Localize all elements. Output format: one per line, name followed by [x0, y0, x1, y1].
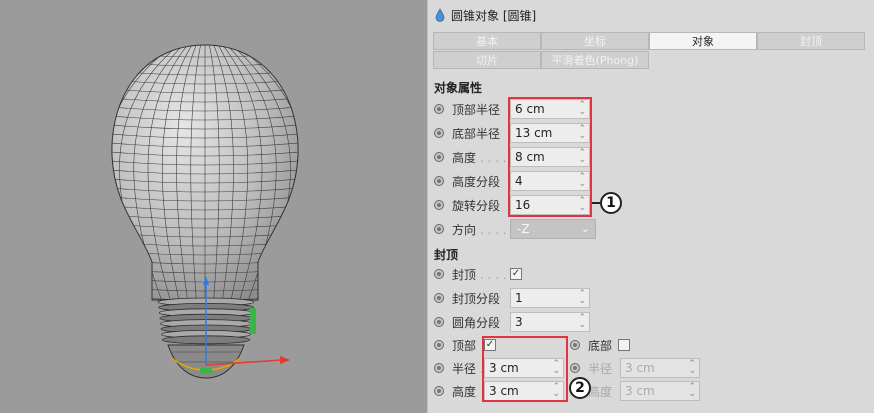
tab-slice[interactable]: 切片	[433, 51, 541, 69]
top-radius-input[interactable]: 6 cm ⌃ ⌄	[510, 99, 590, 119]
tab-basic[interactable]: 基本	[433, 32, 541, 50]
spinner-icon[interactable]: ⌃ ⌄	[578, 149, 586, 165]
animate-radio-icon[interactable]	[434, 386, 444, 396]
cap-checkbox[interactable]: ✓	[510, 268, 522, 280]
panel-title: 圆锥对象 [圆锥]	[434, 6, 536, 24]
cap-segments-input[interactable]: 1 ⌃ ⌄	[510, 288, 590, 308]
callout-1: 1	[600, 192, 622, 214]
animate-radio-icon[interactable]	[434, 293, 444, 303]
panel-title-text: 圆锥对象 [圆锥]	[451, 8, 537, 23]
tab-phong[interactable]: 平滑着色(Phong)	[541, 51, 649, 69]
label-cap-height: 高度	[452, 384, 477, 399]
tab-coordinates[interactable]: 坐标	[541, 32, 649, 50]
label-cap-height-bottom: 高度	[588, 384, 613, 399]
animate-radio-icon[interactable]	[434, 152, 444, 162]
row-bottom: 底部	[570, 335, 612, 355]
label-height-segments: 高度分段	[452, 174, 501, 189]
tab-caps[interactable]: 封顶	[757, 32, 865, 50]
animate-radio-icon[interactable]	[434, 104, 444, 114]
spinner-icon[interactable]: ⌃ ⌄	[578, 290, 586, 306]
direction-select[interactable]: -Z ⌄	[510, 219, 596, 239]
label-direction: 方向 . . . . .	[452, 222, 506, 237]
label-height: 高度 . . . .	[452, 150, 506, 165]
fillet-segments-value: 3	[515, 315, 523, 329]
animate-radio-icon[interactable]	[434, 200, 444, 210]
spinner-icon[interactable]: ⌃ ⌄	[552, 360, 560, 376]
animate-radio-icon[interactable]	[570, 363, 580, 373]
row-rotation-segments: 旋转分段	[434, 195, 506, 215]
row-height-segments: 高度分段	[434, 171, 506, 191]
cap-height-value: 3 cm	[489, 384, 519, 398]
row-radius: 半径 ..	[434, 358, 487, 378]
label-rotation-segments: 旋转分段	[452, 198, 501, 213]
label-radius: 半径 ..	[452, 361, 488, 376]
row-radius-bottom: 半径	[570, 358, 612, 378]
lightbulb-model	[111, 44, 299, 379]
height-value: 8 cm	[515, 150, 545, 164]
label-top-radius: 顶部半径	[452, 102, 501, 117]
top-checkbox[interactable]: ✓	[484, 339, 496, 351]
spinner-icon[interactable]: ⌃ ⌄	[688, 383, 696, 399]
rotation-segments-value: 16	[515, 198, 531, 212]
spinner-icon[interactable]: ⌃ ⌄	[578, 125, 586, 141]
animate-radio-icon[interactable]	[434, 128, 444, 138]
rotation-segments-input[interactable]: 16 ⌃ ⌄	[510, 195, 590, 215]
3d-viewport[interactable]	[0, 0, 427, 413]
animate-radio-icon[interactable]	[434, 317, 444, 327]
height-segments-input[interactable]: 4 ⌃ ⌄	[510, 171, 590, 191]
bottom-radius-input[interactable]: 13 cm ⌃ ⌄	[510, 123, 590, 143]
animate-radio-icon[interactable]	[434, 176, 444, 186]
label-bottom: 底部	[588, 338, 613, 353]
animate-radio-icon[interactable]	[434, 224, 444, 234]
top-radius-value: 6 cm	[515, 102, 545, 116]
row-cap: 封顶 . . . .	[434, 264, 506, 284]
row-cap-height: 高度	[434, 381, 476, 401]
spinner-icon[interactable]: ⌃ ⌄	[578, 314, 586, 330]
section-caps: 封顶	[434, 248, 459, 262]
row-top: 顶部	[434, 335, 476, 355]
section-object-properties: 对象属性	[434, 81, 483, 95]
row-bottom-radius: 底部半径	[434, 123, 506, 143]
bottom-radius-value: 13 cm	[515, 126, 553, 140]
bottom-checkbox[interactable]	[618, 339, 630, 351]
callout-2: 2	[569, 377, 591, 399]
animate-radio-icon[interactable]	[434, 340, 444, 350]
animate-radio-icon[interactable]	[570, 340, 580, 350]
attributes-panel: 圆锥对象 [圆锥] 基本 坐标 对象 封顶 切片 平滑着色(Phong) 对象属…	[427, 0, 874, 413]
spinner-icon[interactable]: ⌃ ⌄	[552, 383, 560, 399]
cap-radius-bottom-value: 3 cm	[625, 361, 655, 375]
top-radius-cap-input[interactable]: 3 cm ⌃ ⌄	[484, 358, 564, 378]
row-cap-segments: 封顶分段	[434, 288, 506, 308]
spinner-icon[interactable]: ⌃ ⌄	[578, 173, 586, 189]
row-fillet-segments: 圆角分段	[434, 312, 506, 332]
label-cap-segments: 封顶分段	[452, 291, 501, 306]
spinner-icon[interactable]: ⌃ ⌄	[578, 101, 586, 117]
label-radius-bottom: 半径	[588, 361, 613, 376]
callout-1-leader	[592, 202, 600, 204]
direction-value: -Z	[517, 222, 530, 236]
bottom-height-cap-input[interactable]: 3 cm ⌃ ⌄	[620, 381, 700, 401]
spinner-icon[interactable]: ⌃ ⌄	[578, 197, 586, 213]
spinner-icon[interactable]: ⌃ ⌄	[688, 360, 696, 376]
tab-object[interactable]: 对象	[649, 32, 757, 50]
label-cap: 封顶 . . . .	[452, 267, 506, 282]
label-top: 顶部	[452, 338, 477, 353]
animate-radio-icon[interactable]	[434, 269, 444, 279]
chevron-down-icon: ⌄	[580, 222, 590, 235]
cone-object-icon	[435, 8, 445, 22]
bottom-radius-cap-input[interactable]: 3 cm ⌃ ⌄	[620, 358, 700, 378]
row-height: 高度 . . . .	[434, 147, 506, 167]
cap-segments-value: 1	[515, 291, 523, 305]
row-direction: 方向 . . . . .	[434, 219, 506, 239]
label-fillet-segments: 圆角分段	[452, 315, 501, 330]
cap-radius-value: 3 cm	[489, 361, 519, 375]
top-height-cap-input[interactable]: 3 cm ⌃ ⌄	[484, 381, 564, 401]
label-bottom-radius: 底部半径	[452, 126, 501, 141]
row-top-radius: 顶部半径	[434, 99, 506, 119]
height-input[interactable]: 8 cm ⌃ ⌄	[510, 147, 590, 167]
animate-radio-icon[interactable]	[434, 363, 444, 373]
height-segments-value: 4	[515, 174, 523, 188]
fillet-segments-input[interactable]: 3 ⌃ ⌄	[510, 312, 590, 332]
cap-height-bottom-value: 3 cm	[625, 384, 655, 398]
